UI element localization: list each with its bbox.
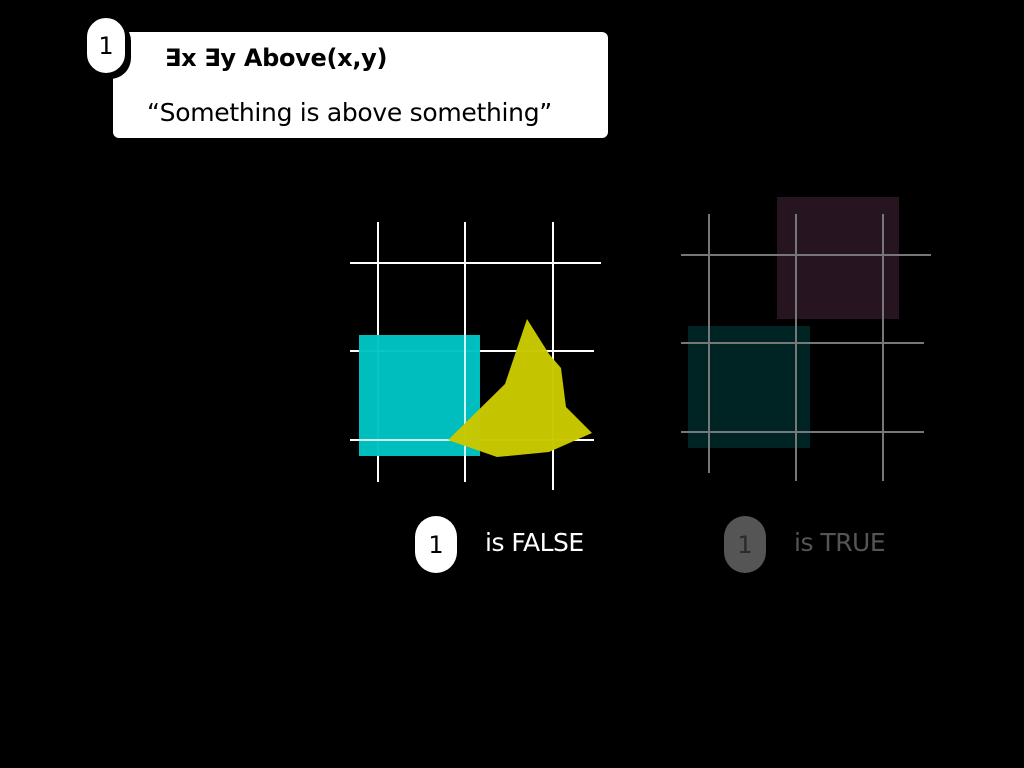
world-false-badge: 1	[415, 516, 457, 573]
world-true-verdict: is TRUE	[794, 528, 886, 557]
world-false-verdict: is FALSE	[485, 528, 584, 557]
dark-teal-square	[688, 326, 810, 448]
world-true-badge: 1	[724, 516, 766, 573]
world-false	[350, 222, 601, 490]
worlds-diagram	[350, 197, 931, 490]
world-true	[681, 197, 931, 481]
